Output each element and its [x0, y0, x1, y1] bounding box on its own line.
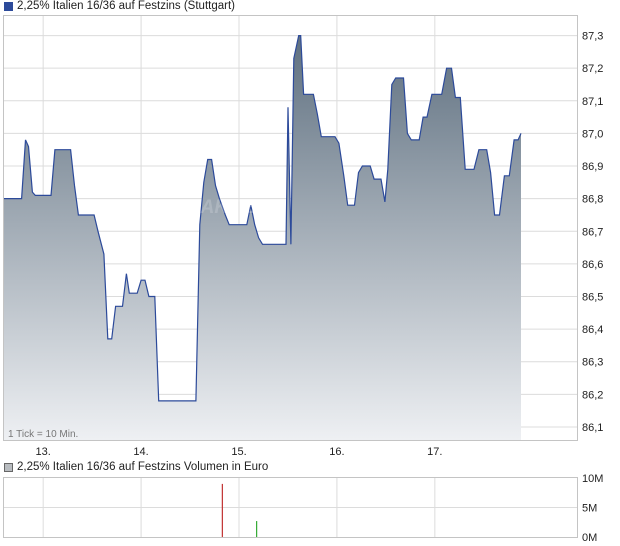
price-y-tick-label: 86,5: [582, 291, 603, 303]
price-x-axis: 13. 14. 15. 16. 17.: [36, 446, 443, 458]
price-y-tick-label: 86,9: [582, 161, 603, 173]
volume-y-tick-label: 0M: [582, 532, 597, 544]
price-y-tick-label: 86,4: [582, 324, 603, 336]
price-x-tick-label: 17.: [427, 446, 442, 458]
volume-y-axis: 10M 5M 0M: [582, 473, 603, 544]
price-y-axis: 86,1 86,2 86,3 86,4 86,5 86,6 86,7 86,8 86,9 87,0…: [582, 31, 603, 434]
price-x-tick-label: 14.: [133, 446, 148, 458]
price-x-tick-label: 13.: [36, 446, 51, 458]
watermark-text: AKTIEN: [200, 197, 273, 218]
price-x-tick-label: 15.: [231, 446, 246, 458]
price-y-tick-label: 86,6: [582, 259, 603, 271]
volume-y-tick-label: 5M: [582, 503, 597, 515]
price-y-tick-label: 86,2: [582, 389, 603, 401]
price-y-tick-label: 87,2: [582, 63, 603, 75]
price-y-tick-label: 87,3: [582, 31, 603, 43]
chart-canvas: AKTIEN 1 Tick = 10 Min. 86,1 86,2 86,3 86,4…: [3, 15, 603, 544]
price-y-tick-label: 87,1: [582, 96, 603, 108]
price-y-tick-label: 87,0: [582, 128, 603, 140]
price-y-tick-label: 86,1: [582, 422, 603, 434]
price-y-tick-label: 86,8: [582, 194, 603, 206]
price-x-tick-label: 16.: [329, 446, 344, 458]
price-y-tick-label: 86,7: [582, 226, 603, 238]
tick-interval-note: 1 Tick = 10 Min.: [8, 429, 78, 440]
price-y-tick-label: 86,3: [582, 357, 603, 369]
volume-y-tick-label: 10M: [582, 473, 603, 485]
